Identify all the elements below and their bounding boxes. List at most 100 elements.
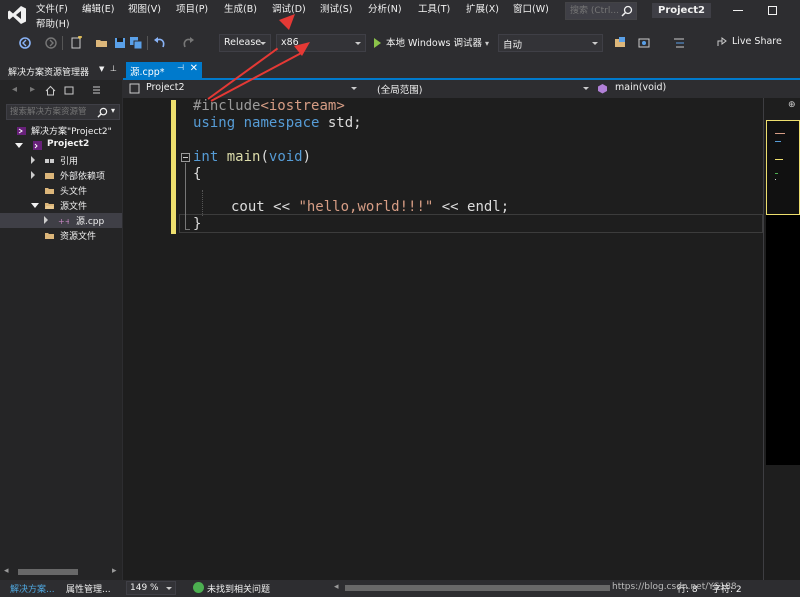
start-debugging-button[interactable]: 本地 Windows 调试器 ▾ bbox=[372, 35, 489, 51]
code-line-5: { bbox=[193, 166, 201, 182]
menu-analyze[interactable]: 分析(N) bbox=[368, 1, 402, 15]
quick-search[interactable] bbox=[565, 2, 637, 20]
menu-view[interactable]: 视图(V) bbox=[128, 1, 161, 15]
line-indicator: 行: 8 bbox=[677, 585, 698, 595]
solution-explorer-tab[interactable]: 解决方案... bbox=[10, 582, 55, 595]
search-icon bbox=[621, 5, 633, 17]
check-icon bbox=[193, 582, 204, 593]
scope-nav-dropdown[interactable]: (全局范围) bbox=[375, 81, 591, 97]
code-token: #include bbox=[193, 98, 261, 114]
annotation-arrowhead bbox=[279, 14, 295, 30]
property-manager-tab[interactable]: 属性管理... bbox=[66, 582, 111, 595]
tree-item-references[interactable]: 引用 bbox=[0, 153, 122, 168]
quick-search-input[interactable] bbox=[566, 3, 618, 19]
save-icon[interactable] bbox=[113, 36, 127, 50]
tree-item-source-cpp[interactable]: ++ 源.cpp bbox=[0, 213, 122, 228]
navigation-bar: Project2 (全局范围) main(void) bbox=[123, 80, 800, 98]
tree-item-project[interactable]: Project2 bbox=[0, 138, 122, 153]
run-button-label: 本地 Windows 调试器 bbox=[386, 38, 482, 49]
menu-edit[interactable]: 编辑(E) bbox=[82, 1, 114, 15]
forward-icon[interactable]: ▸ bbox=[30, 84, 35, 95]
scroll-left-icon[interactable]: ◂ bbox=[4, 566, 9, 576]
pin-icon[interactable]: ⊣ bbox=[177, 63, 184, 72]
overview-map-preview bbox=[775, 133, 785, 180]
auto-dropdown[interactable]: 自动 bbox=[498, 34, 603, 52]
expand-arrow-icon[interactable] bbox=[44, 216, 48, 224]
code-token: cout << bbox=[231, 199, 299, 215]
tree-item-resource-files[interactable]: 资源文件 bbox=[0, 228, 122, 243]
tab-source-cpp[interactable]: 源.cpp* ⊣ ✕ bbox=[126, 62, 202, 78]
minimize-button[interactable] bbox=[733, 10, 743, 11]
forward-icon[interactable] bbox=[44, 36, 58, 50]
configuration-dropdown[interactable]: Release bbox=[219, 34, 271, 52]
fold-guide-end bbox=[185, 229, 190, 230]
home-icon[interactable] bbox=[45, 85, 56, 96]
pin-icon[interactable]: ⊥ bbox=[110, 64, 117, 73]
collapse-icon[interactable] bbox=[181, 153, 190, 162]
tree-item-label: 外部依赖项 bbox=[60, 172, 106, 182]
back-icon[interactable] bbox=[18, 36, 32, 50]
code-token: std; bbox=[319, 115, 362, 131]
chevron-down-icon bbox=[166, 587, 172, 590]
menu-tools[interactable]: 工具(T) bbox=[418, 1, 450, 15]
chevron-down-icon bbox=[592, 42, 598, 45]
menu-window[interactable]: 窗口(W) bbox=[513, 1, 549, 15]
menu-bar: 文件(F) 编辑(E) 视图(V) 项目(P) 生成(B) 调试(D) 测试(S… bbox=[0, 0, 800, 32]
solution-search-box[interactable]: ▾ bbox=[6, 104, 120, 120]
redo-icon[interactable] bbox=[181, 36, 195, 50]
screenshot-icon[interactable] bbox=[637, 36, 651, 50]
issues-status[interactable]: 未找到相关问题 bbox=[207, 582, 270, 595]
browse-icon[interactable] bbox=[613, 36, 627, 50]
sync-icon[interactable] bbox=[64, 85, 75, 96]
split-icon[interactable]: ⊕ bbox=[788, 100, 796, 110]
chevron-down-icon[interactable]: ▼ bbox=[99, 65, 104, 73]
expand-arrow-icon[interactable] bbox=[31, 203, 39, 208]
new-project-icon[interactable] bbox=[69, 36, 83, 50]
zoom-dropdown[interactable]: 149 % bbox=[126, 581, 176, 595]
live-share-button[interactable]: Live Share bbox=[716, 36, 782, 47]
solution-search-input[interactable] bbox=[7, 105, 93, 119]
visual-studio-logo-icon bbox=[8, 6, 26, 24]
menu-file[interactable]: 文件(F) bbox=[36, 1, 68, 15]
open-folder-icon[interactable] bbox=[95, 36, 109, 50]
scroll-right-icon[interactable]: ▸ bbox=[112, 566, 117, 576]
editor-tab-strip: 源.cpp* ⊣ ✕ bbox=[123, 62, 800, 80]
maximize-button[interactable] bbox=[768, 6, 777, 15]
undo-icon[interactable] bbox=[153, 36, 167, 50]
tree-item-solution[interactable]: 解决方案"Project2" bbox=[0, 123, 122, 138]
tree-item-label: 解决方案"Project2" bbox=[31, 127, 112, 137]
editor-horizontal-scrollbar[interactable] bbox=[345, 585, 610, 591]
back-icon[interactable]: ◂ bbox=[12, 84, 17, 95]
code-editor[interactable]: #include<iostream> using namespace std; … bbox=[123, 98, 763, 580]
chevron-down-icon[interactable]: ▾ bbox=[111, 106, 115, 115]
expand-arrow-icon[interactable] bbox=[15, 143, 23, 148]
close-icon[interactable]: ✕ bbox=[190, 63, 198, 74]
menu-help[interactable]: 帮助(H) bbox=[36, 16, 70, 30]
menu-extensions[interactable]: 扩展(X) bbox=[466, 1, 499, 15]
menu-build[interactable]: 生成(B) bbox=[224, 1, 257, 15]
chevron-down-icon bbox=[260, 42, 266, 45]
tab-label: 源.cpp* bbox=[130, 67, 165, 78]
fold-guide bbox=[185, 163, 186, 230]
code-token: } bbox=[193, 216, 202, 232]
properties-icon[interactable] bbox=[91, 85, 102, 96]
overview-map[interactable] bbox=[766, 120, 800, 215]
horizontal-scrollbar-thumb[interactable] bbox=[18, 569, 78, 575]
cpp-file-icon: ++ bbox=[58, 217, 69, 226]
scroll-left-icon[interactable]: ◂ bbox=[334, 582, 339, 592]
zoom-value: 149 % bbox=[130, 583, 159, 593]
configuration-value: Release bbox=[224, 37, 262, 48]
menu-test[interactable]: 测试(S) bbox=[320, 1, 352, 15]
expand-arrow-icon[interactable] bbox=[31, 171, 35, 179]
tree-item-source-files[interactable]: 源文件 bbox=[0, 198, 122, 213]
change-tracking-bar bbox=[171, 100, 176, 234]
save-all-icon[interactable] bbox=[129, 36, 143, 50]
tree-item-external-dependencies[interactable]: 外部依赖项 bbox=[0, 168, 122, 183]
member-nav-dropdown[interactable]: main(void) bbox=[595, 81, 795, 97]
menu-project[interactable]: 项目(P) bbox=[176, 1, 208, 15]
expand-arrow-icon[interactable] bbox=[31, 156, 35, 164]
tree-item-header-files[interactable]: 头文件 bbox=[0, 183, 122, 198]
code-line-8: } bbox=[193, 216, 201, 232]
solution-explorer-header: 解决方案资源管理器 ▼ ⊥ bbox=[0, 62, 122, 80]
format-icon[interactable] bbox=[672, 36, 686, 50]
